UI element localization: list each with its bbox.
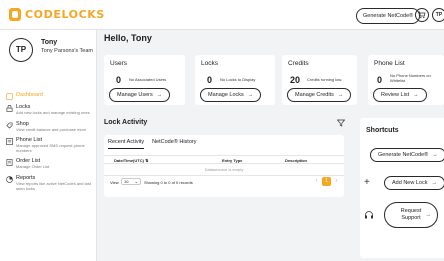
top-bar: CODELOCKS Generate NetCode® TP bbox=[0, 0, 444, 30]
cart-icon bbox=[418, 11, 426, 19]
records-info: Showing 0 to 0 of 0 records bbox=[144, 180, 193, 185]
support-icon bbox=[365, 211, 373, 219]
credits-status-text: Credits running low. bbox=[307, 77, 343, 82]
phone-list-status-line2: Whitelist bbox=[390, 78, 406, 83]
codelocks-logo[interactable]: CODELOCKS bbox=[9, 8, 105, 21]
shortcut-add-lock-row: + Add New Lock → bbox=[360, 174, 444, 194]
profile-name: Tony bbox=[41, 39, 58, 46]
phone-list-card: Phone List 0 No Phone Numbers on Whiteli… bbox=[368, 55, 444, 105]
arrow-right-icon: → bbox=[247, 92, 254, 98]
dashboard-icon bbox=[6, 93, 13, 100]
shortcut-generate-netcode-button[interactable]: Generate NetCode® → bbox=[370, 148, 444, 162]
add-new-lock-label: Add New Lock bbox=[392, 180, 428, 186]
sidebar: TP Tony Tony Parsons's Team Dashboard Lo… bbox=[0, 30, 97, 261]
cart-button[interactable] bbox=[415, 8, 429, 22]
phone-list-status-text: No Phone Numbers on Whitelist bbox=[390, 73, 431, 83]
column-date-time[interactable]: Date/Time(UTC) ⇅ bbox=[114, 158, 148, 163]
sidebar-item-label: Dashboard bbox=[16, 92, 43, 98]
current-page-button[interactable]: 1 bbox=[322, 177, 331, 186]
sidebar-item-desc: Add new locks and manage existing ones bbox=[16, 110, 90, 115]
tab-recent-activity[interactable]: Recent Activity bbox=[108, 139, 145, 149]
filter-icon[interactable] bbox=[337, 119, 345, 127]
sidebar-item-desc: Manage Order List bbox=[16, 164, 50, 170]
credits-count: 20 bbox=[290, 75, 301, 85]
arrow-right-icon: → bbox=[425, 212, 432, 218]
lock-icon bbox=[6, 105, 13, 112]
column-entry-type[interactable]: Entry Type bbox=[222, 158, 242, 163]
review-list-button[interactable]: Review List → bbox=[373, 88, 427, 102]
users-card: Users 0 No Associated Users Manage Users… bbox=[104, 55, 185, 105]
locks-card: Locks 0 No Locks to Display Manage Locks… bbox=[195, 55, 275, 105]
column-description[interactable]: Description bbox=[285, 158, 307, 163]
generate-netcode-button[interactable]: Generate NetCode® bbox=[356, 8, 421, 24]
credits-card: Credits 20 Credits running low. Manage C… bbox=[282, 55, 357, 105]
sidebar-item-order-list[interactable]: Order List Manage Order List bbox=[6, 158, 94, 170]
table-empty-message: Dataseource is empty bbox=[204, 167, 244, 172]
page-size-value: 10 bbox=[124, 179, 129, 184]
page-greeting: Hello, Tony bbox=[104, 33, 152, 43]
logo-mark-icon bbox=[9, 8, 21, 21]
chevron-down-icon: ⌄ bbox=[134, 179, 138, 184]
phone-list-card-title: Phone List bbox=[374, 60, 405, 67]
profile-avatar: TP bbox=[9, 38, 33, 62]
request-support-line2: Support bbox=[401, 215, 421, 221]
arrow-right-icon: → bbox=[432, 152, 438, 158]
locks-status-text: No Locks to Display bbox=[220, 77, 256, 82]
phone-list-count: 0 bbox=[377, 75, 383, 85]
manage-users-label: Manage Users bbox=[117, 92, 153, 98]
order-list-icon bbox=[6, 159, 13, 167]
request-support-line1: Request bbox=[400, 208, 422, 214]
sidebar-item-desc: Manage approved SMS request phone number… bbox=[16, 143, 85, 153]
tab-netcode-history[interactable]: NetCode® History bbox=[152, 139, 196, 149]
table-header: Date/Time(UTC) ⇅ Entry Type Description bbox=[104, 155, 344, 164]
sidebar-item-desc: View reports like active NetCodes and la… bbox=[16, 180, 91, 191]
logo-text: CODELOCKS bbox=[25, 8, 105, 21]
lock-activity-card: Recent Activity NetCode® History Date/Ti… bbox=[104, 135, 344, 197]
arrow-right-icon: → bbox=[337, 92, 344, 98]
user-avatar-button[interactable]: TP bbox=[432, 8, 444, 22]
profile-team: Tony Parsons's Team bbox=[41, 48, 94, 54]
lock-activity-title: Lock Activity bbox=[104, 119, 148, 126]
sidebar-item-reports[interactable]: Reports View reports like active NetCode… bbox=[6, 175, 94, 191]
view-label: View bbox=[110, 180, 119, 185]
manage-credits-label: Manage Credits bbox=[295, 92, 334, 98]
arrow-right-icon: → bbox=[156, 92, 163, 98]
sidebar-item-locks[interactable]: Locks Add new locks and manage existing … bbox=[6, 104, 94, 116]
arrow-right-icon: → bbox=[431, 180, 437, 186]
manage-locks-label: Manage Locks bbox=[208, 92, 244, 98]
locks-card-title: Locks bbox=[201, 60, 218, 67]
add-new-lock-button[interactable]: Add New Lock → bbox=[384, 176, 444, 190]
profile-block[interactable]: TP Tony Tony Parsons's Team bbox=[9, 36, 93, 66]
table-footer: View 10 ⌄ Showing 0 to 0 of 0 records ‹ … bbox=[104, 175, 344, 187]
shortcuts-card: Shortcuts Generate NetCode® → + Add New L… bbox=[360, 118, 444, 258]
sidebar-nav: Dashboard Locks Add new locks and manage… bbox=[6, 92, 94, 196]
plus-icon: + bbox=[364, 177, 370, 188]
reports-icon bbox=[6, 176, 13, 183]
users-card-title: Users bbox=[110, 60, 127, 67]
locks-count: 0 bbox=[207, 75, 213, 85]
sidebar-item-phone-list[interactable]: Phone List Manage approved SMS request p… bbox=[6, 137, 94, 153]
sidebar-item-shop[interactable]: Shop View credit balance and purchase mo… bbox=[6, 121, 94, 133]
users-count: 0 bbox=[116, 75, 122, 85]
shortcut-generate-label: Generate NetCode® bbox=[378, 152, 429, 158]
manage-users-button[interactable]: Manage Users → bbox=[109, 88, 171, 102]
arrow-right-icon: → bbox=[413, 92, 419, 98]
sidebar-item-dashboard[interactable]: Dashboard bbox=[6, 92, 94, 100]
manage-locks-button[interactable]: Manage Locks → bbox=[200, 88, 262, 102]
page-size-select[interactable]: 10 ⌄ bbox=[121, 178, 141, 185]
next-page-button[interactable]: › bbox=[332, 177, 341, 186]
users-status-text: No Associated Users bbox=[129, 77, 167, 82]
manage-credits-button[interactable]: Manage Credits → bbox=[287, 88, 352, 102]
phone-list-icon bbox=[6, 138, 13, 146]
shortcut-support-row: Request Support → bbox=[360, 202, 444, 230]
sidebar-item-desc: View credit balance and purchase more bbox=[16, 126, 87, 132]
credits-card-title: Credits bbox=[288, 60, 309, 67]
shortcuts-title: Shortcuts bbox=[366, 127, 399, 134]
request-support-button[interactable]: Request Support → bbox=[384, 202, 438, 228]
shop-icon bbox=[6, 122, 13, 129]
lock-activity-tabs: Recent Activity NetCode® History bbox=[108, 139, 204, 149]
sort-icon: ⇅ bbox=[145, 158, 149, 163]
prev-page-button[interactable]: ‹ bbox=[312, 177, 321, 186]
review-list-label: Review List bbox=[381, 92, 410, 98]
